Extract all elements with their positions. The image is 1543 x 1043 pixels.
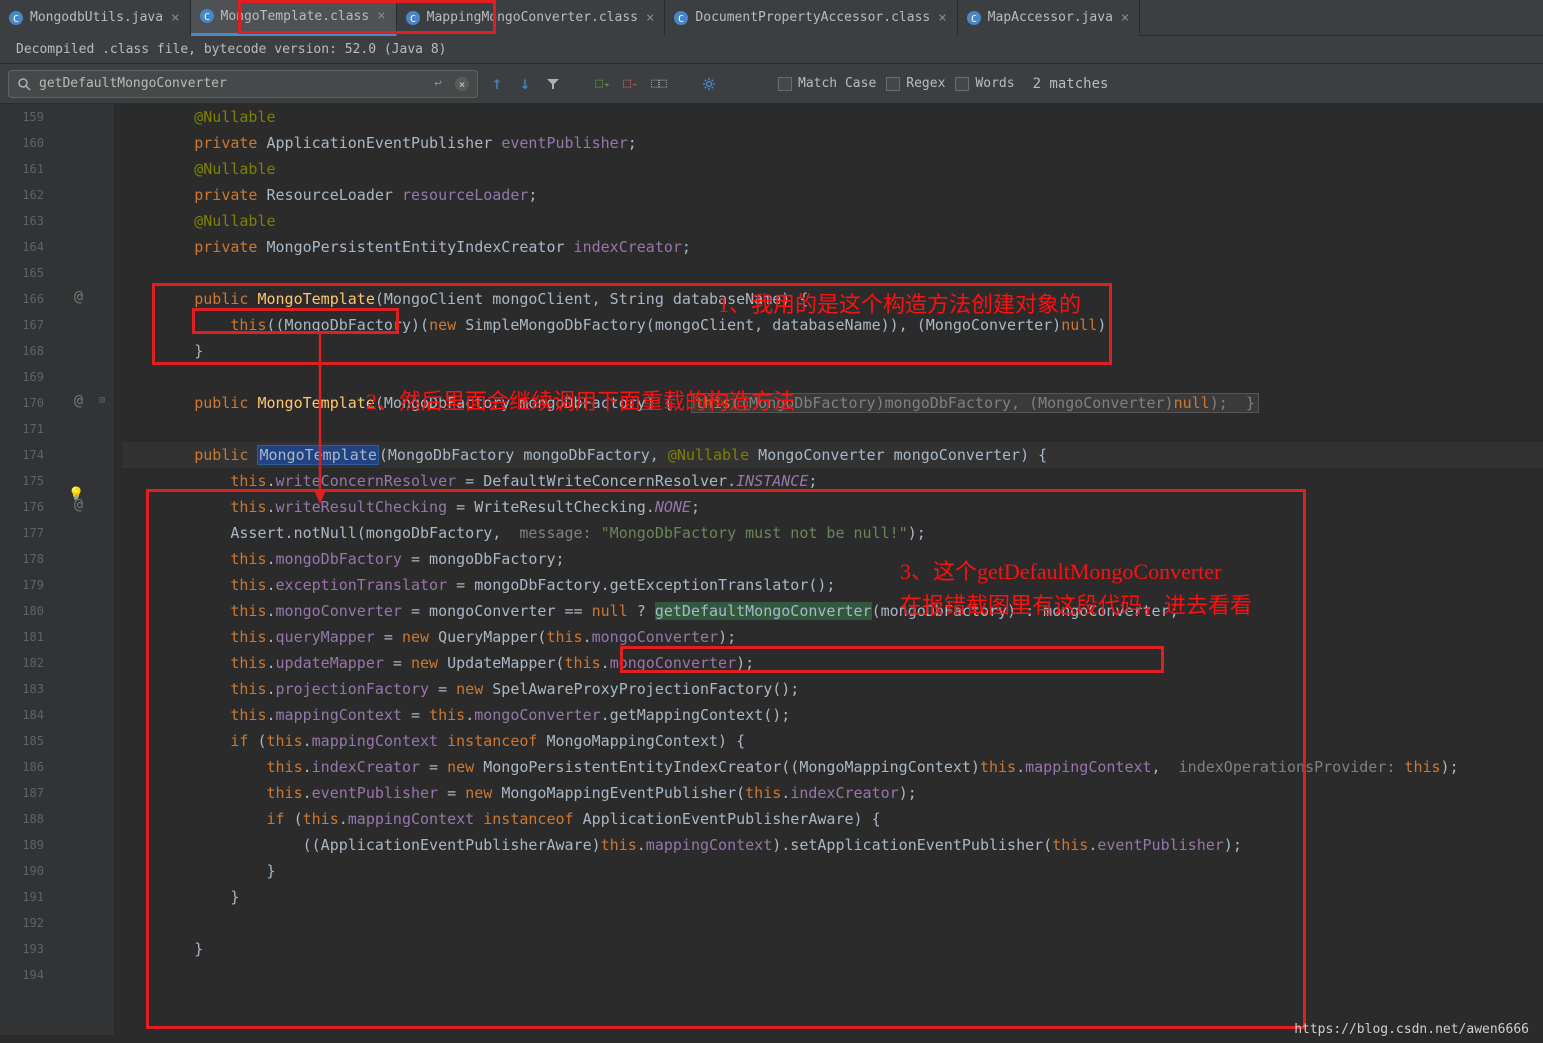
svg-text:C: C	[971, 14, 977, 25]
checkbox-box	[778, 77, 792, 91]
select-all-icon[interactable]: ⬚⬚	[650, 75, 668, 93]
checkbox-box	[955, 77, 969, 91]
tab-mongodbutils[interactable]: C MongodbUtils.java ×	[0, 0, 191, 36]
svg-text:C: C	[13, 14, 19, 25]
close-icon[interactable]: ×	[169, 10, 181, 26]
remove-selection-icon[interactable]: ⬚₋	[622, 75, 640, 93]
match-count: 2 matches	[1033, 76, 1109, 92]
svg-text:×: ×	[459, 78, 466, 91]
code-content[interactable]: @Nullable private ApplicationEventPublis…	[114, 104, 1543, 1035]
history-icon[interactable]: ↩	[429, 75, 447, 93]
filter-icon[interactable]	[544, 75, 562, 93]
close-icon[interactable]: ×	[375, 8, 387, 24]
prev-match-icon[interactable]: ↑	[488, 75, 506, 93]
search-input[interactable]	[39, 76, 423, 91]
tab-mapaccessor[interactable]: C MapAccessor.java ×	[958, 0, 1141, 36]
tab-label: DocumentPropertyAccessor.class	[695, 10, 930, 25]
annotation-1: 1、我用的是这个构造方法创建对象的	[718, 287, 1081, 319]
line-gutter: 1591601611621631641651661671681691701711…	[0, 104, 54, 1035]
match-case-checkbox[interactable]: Match Case	[778, 76, 876, 91]
class-icon: C	[966, 10, 982, 26]
find-toolbar: ↩ × ↑ ↓ ⬚₊ ⬚₋ ⬚⬚ Match Case Regex Words …	[0, 64, 1543, 104]
tab-label: MongodbUtils.java	[30, 10, 163, 25]
clear-icon[interactable]: ×	[453, 75, 471, 93]
annotation-2: 2、然后里面会继续调用下面重载的构造方法	[366, 384, 795, 416]
close-icon[interactable]: ×	[1119, 10, 1131, 26]
search-box[interactable]: ↩ ×	[8, 70, 478, 98]
close-icon[interactable]: ×	[936, 10, 948, 26]
settings-icon[interactable]	[700, 75, 718, 93]
class-icon: C	[8, 10, 24, 26]
tab-mongotemplate[interactable]: C MongoTemplate.class ×	[191, 0, 397, 36]
search-icon	[15, 75, 33, 93]
checkbox-label: Regex	[906, 76, 945, 91]
tab-documentpropertyaccessor[interactable]: C DocumentPropertyAccessor.class ×	[665, 0, 957, 36]
class-icon: C	[405, 10, 421, 26]
svg-text:C: C	[203, 12, 209, 23]
bulb-icon[interactable]: 💡	[68, 487, 84, 502]
override-icon[interactable]: @	[74, 287, 83, 305]
next-match-icon[interactable]: ↓	[516, 75, 534, 93]
tab-label: MappingMongoConverter.class	[427, 10, 638, 25]
override-icon[interactable]: @	[74, 391, 83, 409]
words-checkbox[interactable]: Words	[955, 76, 1014, 91]
checkbox-label: Words	[975, 76, 1014, 91]
tab-label: MongoTemplate.class	[221, 9, 370, 24]
svg-text:C: C	[678, 14, 684, 25]
class-icon: C	[673, 10, 689, 26]
editor-tabs: C MongodbUtils.java × C MongoTemplate.cl…	[0, 0, 1543, 36]
checkbox-label: Match Case	[798, 76, 876, 91]
annotation-3-line2: 在报错截图里有这段代码，进去看看	[900, 588, 1252, 620]
svg-text:C: C	[410, 14, 416, 25]
gutter-icons: @ @ ⊞ @ 💡	[54, 104, 114, 1035]
editor-area: 1591601611621631641651661671681691701711…	[0, 104, 1543, 1035]
decompiled-info-bar: Decompiled .class file, bytecode version…	[0, 36, 1543, 64]
checkbox-box	[886, 77, 900, 91]
class-icon: C	[199, 8, 215, 24]
tab-label: MapAccessor.java	[988, 10, 1113, 25]
annotation-3-line1: 3、这个getDefaultMongoConverter	[900, 554, 1221, 586]
watermark: https://blog.csdn.net/awen6666	[1294, 1022, 1529, 1037]
tab-mappingmongoconverter[interactable]: C MappingMongoConverter.class ×	[397, 0, 666, 36]
add-selection-icon[interactable]: ⬚₊	[594, 75, 612, 93]
regex-checkbox[interactable]: Regex	[886, 76, 945, 91]
close-icon[interactable]: ×	[644, 10, 656, 26]
expand-icon[interactable]: ⊞	[99, 395, 105, 406]
